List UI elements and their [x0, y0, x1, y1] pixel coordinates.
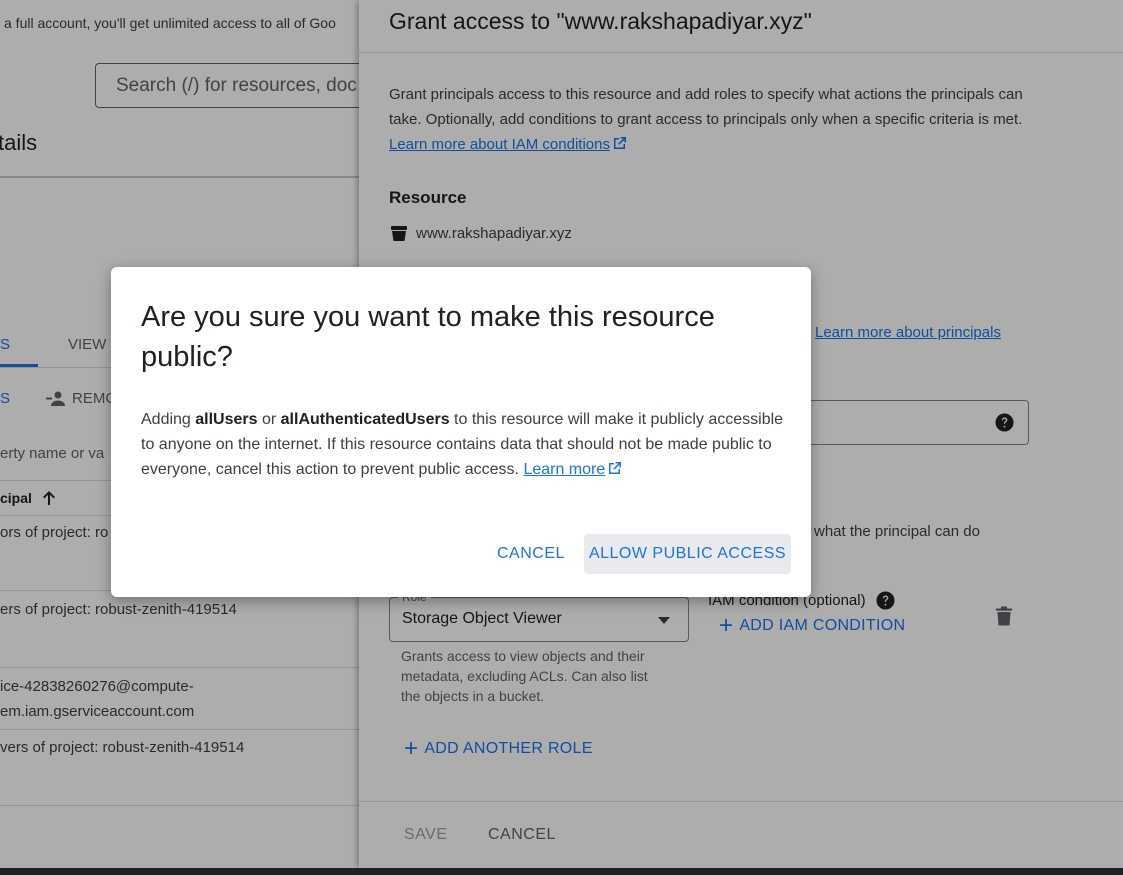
dialog-cancel-button[interactable]: CANCEL: [483, 534, 579, 574]
dialog-body-or: or: [257, 411, 281, 428]
dialog-body-allauthenticatedusers: allAuthenticatedUsers: [280, 411, 450, 428]
external-link-icon: [609, 462, 622, 474]
dialog-title: Are you sure you want to make this resou…: [141, 301, 715, 373]
dialog-body-allusers: allUsers: [195, 411, 258, 428]
bottom-bar: [0, 868, 1123, 875]
learn-more-link[interactable]: Learn more: [523, 461, 605, 478]
confirm-public-dialog: Are you sure you want to make this resou…: [111, 267, 811, 597]
dialog-body: Adding allUsers or allAuthenticatedUsers…: [141, 407, 791, 482]
allow-public-access-button[interactable]: ALLOW PUBLIC ACCESS: [584, 534, 791, 574]
dialog-body-prefix: Adding: [141, 411, 196, 428]
